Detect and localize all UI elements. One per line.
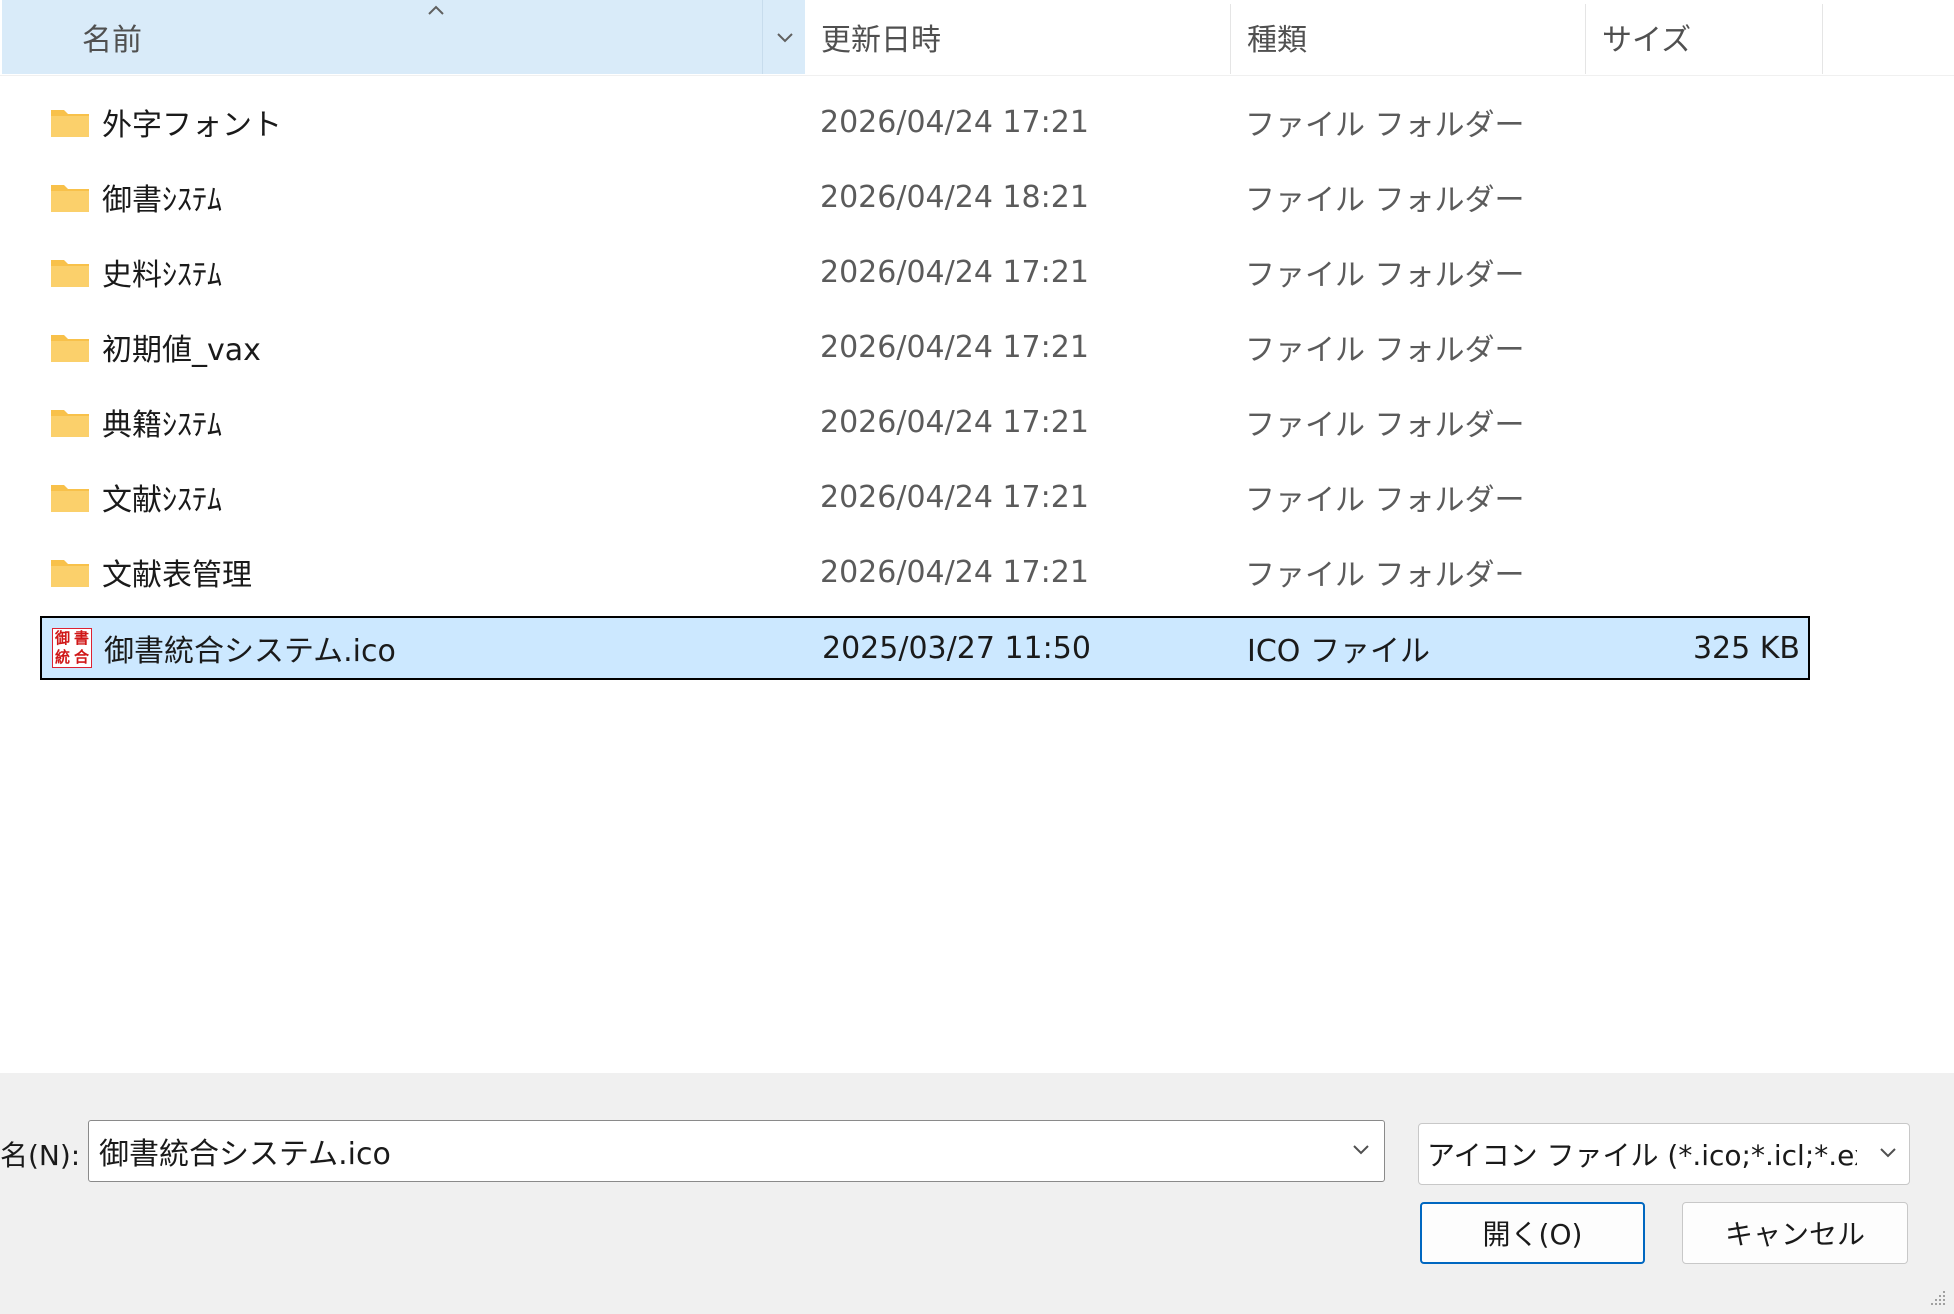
- file-size: 325 KB: [1692, 630, 1800, 666]
- folder-icon: [50, 91, 90, 153]
- file-type: ファイル フォルダー: [1245, 558, 1525, 593]
- list-item-folder[interactable]: 文献表管理 2026/04/24 17:21 ファイル フォルダー: [40, 541, 1810, 603]
- file-name: 初期値_vax: [102, 333, 261, 368]
- folder-icon: [50, 391, 90, 453]
- list-item-folder[interactable]: 典籍ｼｽﾃﾑ 2026/04/24 17:21 ファイル フォルダー: [40, 391, 1810, 453]
- list-item-folder[interactable]: 史料ｼｽﾃﾑ 2026/04/24 17:21 ファイル フォルダー: [40, 241, 1810, 303]
- cancel-button[interactable]: キャンセル: [1682, 1202, 1908, 1264]
- column-header-bar: 名前 更新日時 種類 サイズ: [0, 0, 1954, 76]
- filename-label: 名(N):: [0, 1139, 81, 1172]
- list-item-folder[interactable]: 初期値_vax 2026/04/24 17:21 ファイル フォルダー: [40, 316, 1810, 378]
- column-header-date[interactable]: 更新日時: [805, 0, 1230, 74]
- chevron-down-icon[interactable]: [1350, 1139, 1372, 1161]
- dialog-footer: [0, 1073, 1954, 1314]
- folder-icon: [50, 166, 90, 228]
- file-name: 文献ｼｽﾃﾑ: [102, 483, 222, 518]
- filetype-select[interactable]: アイコン ファイル (*.ico;*.icl;*.exe;*.: [1418, 1123, 1910, 1185]
- file-date: 2026/04/24 17:21: [820, 404, 1089, 440]
- file-type: ファイル フォルダー: [1245, 183, 1525, 218]
- ico-badge-char: 書: [73, 629, 89, 647]
- column-header-type[interactable]: 種類: [1230, 0, 1585, 74]
- list-item-file-selected[interactable]: 御 書 統 合 御書統合システム.ico 2025/03/27 11:50 IC…: [40, 616, 1810, 680]
- file-date: 2025/03/27 11:50: [822, 630, 1091, 666]
- column-filter-dropdown[interactable]: [762, 0, 806, 74]
- column-header-date-label: 更新日時: [821, 23, 941, 58]
- list-item-folder[interactable]: 文献ｼｽﾃﾑ 2026/04/24 17:21 ファイル フォルダー: [40, 466, 1810, 528]
- column-divider[interactable]: [1822, 4, 1823, 74]
- file-type: ICO ファイル: [1247, 634, 1430, 669]
- resize-grip-icon[interactable]: [1928, 1288, 1948, 1308]
- column-header-type-label: 種類: [1247, 23, 1307, 58]
- folder-icon: [50, 316, 90, 378]
- ico-badge-char: 御: [54, 629, 70, 647]
- folder-icon: [50, 466, 90, 528]
- open-button[interactable]: 開く(O): [1420, 1202, 1645, 1264]
- folder-icon: [50, 241, 90, 303]
- chevron-down-icon: [776, 33, 793, 43]
- filename-input[interactable]: 御書統合システム.ico: [99, 1121, 391, 1181]
- file-date: 2026/04/24 18:21: [820, 179, 1089, 215]
- file-date: 2026/04/24 17:21: [820, 254, 1089, 290]
- ico-file-icon: 御 書 統 合: [52, 618, 92, 678]
- column-header-name[interactable]: 名前: [2, 0, 805, 74]
- folder-icon: [50, 541, 90, 603]
- file-type: ファイル フォルダー: [1245, 333, 1525, 368]
- file-date: 2026/04/24 17:21: [820, 554, 1089, 590]
- file-name: 外字フォント: [102, 108, 282, 143]
- file-name: 御書ｼｽﾃﾑ: [102, 183, 222, 218]
- chevron-down-icon: [1880, 1148, 1896, 1158]
- file-date: 2026/04/24 17:21: [820, 104, 1089, 140]
- column-header-size[interactable]: サイズ: [1585, 0, 1822, 74]
- column-header-size-label: サイズ: [1602, 23, 1692, 58]
- file-type: ファイル フォルダー: [1245, 258, 1525, 293]
- file-name: 文献表管理: [102, 558, 252, 593]
- list-item-folder[interactable]: 御書ｼｽﾃﾑ 2026/04/24 18:21 ファイル フォルダー: [40, 166, 1810, 228]
- ico-badge-char: 統: [54, 648, 70, 666]
- file-date: 2026/04/24 17:21: [820, 479, 1089, 515]
- list-item-folder[interactable]: 外字フォント 2026/04/24 17:21 ファイル フォルダー: [40, 91, 1810, 153]
- file-type: ファイル フォルダー: [1245, 483, 1525, 518]
- ico-badge-char: 合: [73, 648, 89, 666]
- file-name: 御書統合システム.ico: [104, 634, 396, 669]
- column-header-name-label: 名前: [82, 23, 142, 58]
- file-name: 史料ｼｽﾃﾑ: [102, 258, 222, 293]
- sort-ascending-icon: [428, 5, 444, 15]
- file-type: ファイル フォルダー: [1245, 408, 1525, 443]
- filename-combobox[interactable]: 御書統合システム.ico: [88, 1120, 1385, 1182]
- file-type: ファイル フォルダー: [1245, 108, 1525, 143]
- file-name: 典籍ｼｽﾃﾑ: [102, 408, 222, 443]
- filetype-select-value: アイコン ファイル (*.ico;*.icl;*.exe;*.: [1427, 1139, 1857, 1172]
- file-date: 2026/04/24 17:21: [820, 329, 1089, 365]
